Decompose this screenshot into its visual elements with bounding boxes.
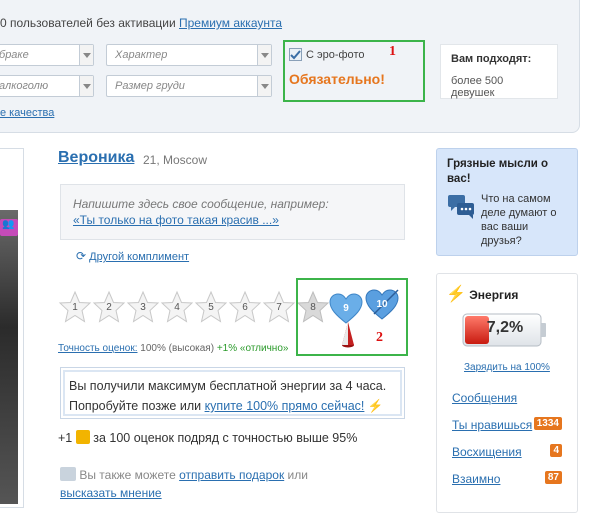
annotation-marker-2: 2 [376, 330, 383, 345]
accuracy-link[interactable]: Точность оценок: [58, 343, 138, 354]
energy-notice-text: Попробуйте позже или [69, 399, 202, 413]
annotation-marker-1: 1 [389, 44, 396, 59]
checkbox-checked-icon[interactable] [289, 48, 302, 61]
count-badge: 87 [544, 471, 562, 484]
count-badge: 1334 [533, 417, 562, 430]
premium-link[interactable]: Премиум аккаунта [179, 16, 282, 30]
gift-line: Вы также можете отправить подарок или вы… [60, 466, 308, 502]
chevron-down-icon [257, 45, 271, 65]
chat-bubbles-icon [447, 194, 475, 220]
lightning-icon: ⚡ [446, 286, 466, 303]
star-number: 1 [72, 302, 78, 313]
rating-star-3[interactable]: 3 [126, 290, 160, 324]
gift-text-2: или [287, 468, 308, 482]
required-label: Обязательно! [289, 71, 385, 87]
message-input[interactable]: Напишите здесь свое сообщение, например:… [60, 184, 405, 240]
profile-photo[interactable] [0, 210, 18, 504]
rating-star-7[interactable]: 7 [262, 290, 296, 324]
star-number: 3 [140, 302, 146, 313]
energy-percent: 7,2% [486, 319, 524, 336]
rating-star-6[interactable]: 6 [228, 290, 262, 324]
suitable-box: Вам подходят: более 500 девушек [440, 44, 558, 99]
accuracy-value: 100% (высокая) [140, 343, 215, 354]
bonus-prefix: +1 [58, 431, 73, 445]
breast-size-select[interactable]: Размер груди [106, 75, 272, 97]
energy-notice: Вы получили максимум бесплатной энергии … [60, 367, 405, 419]
gift-text-1: Вы также можете [79, 468, 176, 482]
profile-name[interactable]: Вероника [58, 149, 134, 167]
character-select-value: Характер [115, 49, 168, 61]
dirty-thoughts-card[interactable]: Грязные мысли о вас! Что на самом деле д… [436, 148, 578, 256]
menu-item-label[interactable]: Восхищения [452, 445, 522, 459]
star-number: 7 [276, 302, 282, 313]
bonus-text: за 100 оценок подряд с точностью выше 95… [93, 431, 358, 445]
rating-heart-10[interactable]: 10 [364, 288, 400, 322]
cursor-pointer-icon [341, 320, 355, 348]
alcohol-select-value: алкоголю [0, 80, 49, 92]
menu-item-mutual[interactable]: Взаимно 87 [452, 471, 562, 486]
example-compliment-link[interactable]: «Ты только на фото такая красив ...» [73, 213, 279, 227]
menu-item-label[interactable]: Взаимно [452, 472, 500, 486]
energy-battery-icon [75, 430, 90, 444]
menu-item-messages[interactable]: Сообщения [452, 391, 562, 405]
star-number: 6 [242, 302, 248, 313]
dirty-thoughts-title: Грязные мысли о вас! [447, 158, 549, 185]
star-number: 2 [106, 302, 112, 313]
menu-item-label[interactable]: Сообщения [452, 391, 517, 405]
ero-checkbox-label: С эро-фото [306, 48, 365, 61]
rating-star-2[interactable]: 2 [92, 290, 126, 324]
count-badge: 4 [550, 444, 562, 457]
lightning-icon: ⚡ [367, 399, 384, 413]
suitable-title: Вам подходят: [451, 53, 532, 65]
marital-select-value: браке [0, 49, 29, 61]
other-compliment-link[interactable]: Другой комплимент [89, 251, 189, 263]
refresh-icon: ⟳ [76, 249, 87, 263]
accuracy-bonus: +1% «отлично» [216, 343, 289, 354]
character-select[interactable]: Характер [106, 44, 272, 66]
activation-label: 0 пользователей без активации [0, 16, 176, 30]
menu-item-likes[interactable]: Ты нравишься 1334 [452, 417, 562, 432]
energy-title: ⚡ Энергия [446, 284, 518, 304]
suitable-count: более 500 девушек [451, 75, 504, 99]
profile-age-city: 21, Moscow [143, 153, 208, 167]
energy-title-label: Энергия [469, 288, 519, 302]
menu-item-admiration[interactable]: Восхищения 4 [452, 444, 562, 459]
chevron-down-icon [79, 45, 93, 65]
breast-size-select-value: Размер груди [115, 80, 185, 92]
charge-link[interactable]: Зарядить на 100% [464, 362, 550, 373]
dirty-thoughts-text: Что на самом деле думают о вас ваши друз… [481, 193, 557, 247]
chevron-down-icon [257, 76, 271, 96]
activation-text: 0 пользователей без активации Премиум ак… [0, 16, 282, 30]
heart-number: 10 [376, 299, 388, 310]
bonus-line: +1 за 100 оценок подряд с точностью выше… [58, 430, 357, 445]
send-gift-link[interactable]: отправить подарок [179, 468, 284, 482]
message-placeholder: Напишите здесь свое сообщение, например: [73, 197, 329, 211]
menu-item-label[interactable]: Ты нравишься [452, 418, 532, 432]
chevron-down-icon [79, 76, 93, 96]
ero-checkbox[interactable]: С эро-фото [289, 48, 364, 61]
give-opinion-link[interactable]: высказать мнение [60, 486, 162, 500]
energy-notice-line1: Вы получили максимум бесплатной энергии … [69, 379, 387, 393]
accuracy-line: Точность оценок: 100% (высокая) +1% «отл… [58, 343, 288, 354]
alcohol-select[interactable]: алкоголю [0, 75, 94, 97]
rating-star-5[interactable]: 5 [194, 290, 228, 324]
friends-badge-icon[interactable] [0, 219, 18, 236]
quality-link[interactable]: е качества [0, 107, 54, 119]
rating-star-4[interactable]: 4 [160, 290, 194, 324]
energy-notice-line2: Попробуйте позже или купите 100% прямо с… [69, 396, 396, 416]
other-compliment[interactable]: ⟳ Другой комплимент [76, 249, 189, 263]
rating-star-1[interactable]: 1 [58, 290, 92, 324]
marital-select[interactable]: браке [0, 44, 94, 66]
gift-icon [60, 467, 76, 481]
star-number: 4 [174, 302, 180, 313]
buy-energy-link[interactable]: купите 100% прямо сейчас! [205, 399, 365, 413]
star-number: 5 [208, 302, 214, 313]
heart-number: 9 [343, 303, 349, 314]
